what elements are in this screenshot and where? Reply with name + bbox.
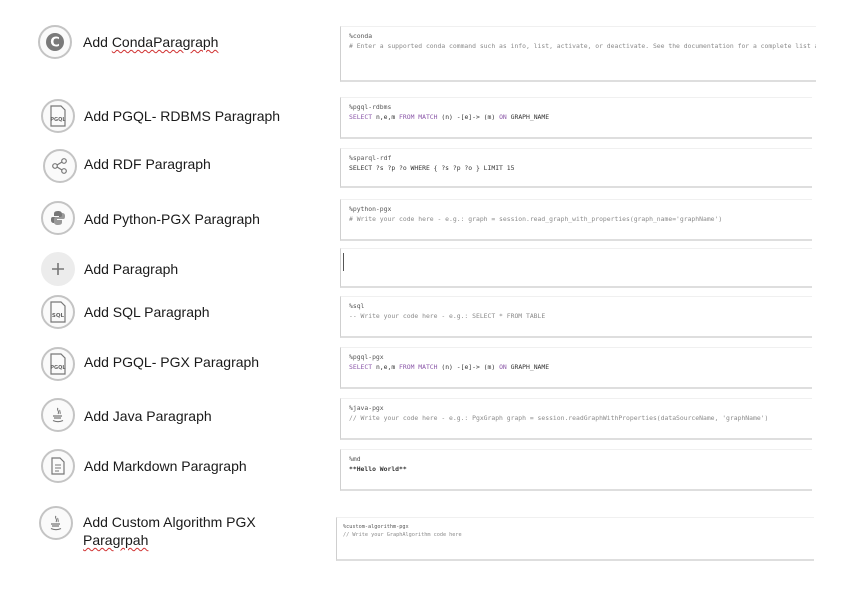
java-icon[interactable] — [41, 398, 75, 432]
markdown-icon[interactable] — [41, 449, 75, 483]
add-markdown-paragraph-label[interactable]: Add Markdown Paragraph — [84, 457, 247, 475]
add-rdf-paragraph-label[interactable]: Add RDF Paragraph — [84, 155, 211, 173]
add-custom-algorithm-pgx-paragraph-label[interactable]: Add Custom Algorithm PGX Paragrpah — [83, 513, 256, 549]
conda-paragraph-link: CondaParagraph — [111, 34, 219, 50]
pgql-pgx-query: SELECT n,e,m FROM MATCH (n) -[e]-> (m) O… — [349, 362, 550, 371]
custom-algorithm-pgx-paragraph-editor[interactable]: %custom-algorithm-pgx // Write your Grap… — [336, 517, 814, 561]
java-paragraph-editor[interactable]: %java-pgx // Write your code here - e.g.… — [340, 398, 812, 440]
add-java-paragraph-label[interactable]: Add Java Paragraph — [84, 407, 212, 425]
add-sql-paragraph-label[interactable]: Add SQL Paragraph — [84, 303, 210, 321]
pgql-rdbms-query: SELECT n,e,m FROM MATCH (n) -[e]-> (m) O… — [349, 112, 550, 121]
conda-icon-letter: C — [50, 36, 60, 51]
add-paragraph-label[interactable]: Add Paragraph — [84, 260, 178, 278]
empty-paragraph-editor[interactable] — [340, 248, 812, 288]
conda-icon[interactable]: C — [38, 25, 72, 59]
add-pgql-pgx-paragraph-label[interactable]: Add PGQL- PGX Paragraph — [84, 353, 259, 371]
pgql-rdbms-paragraph-editor[interactable]: %pgql-rdbms SELECT n,e,m FROM MATCH (n) … — [340, 97, 812, 139]
add-conda-paragraph-label[interactable]: Add CondaParagraph — [83, 33, 218, 51]
plus-icon[interactable] — [41, 252, 75, 286]
sql-icon[interactable]: SQL — [41, 295, 75, 329]
python-icon[interactable] — [41, 201, 75, 235]
pgql-icon[interactable]: PGQL — [41, 99, 75, 133]
pgql-icon[interactable]: PGQL — [41, 347, 75, 381]
python-pgx-paragraph-editor[interactable]: %python-pgx # Write your code here - e.g… — [340, 199, 812, 241]
sql-paragraph-editor[interactable]: %sql -- Write your code here - e.g.: SEL… — [340, 296, 812, 338]
share-graph-icon[interactable] — [43, 149, 77, 183]
svg-text:PGQL: PGQL — [50, 117, 66, 123]
markdown-paragraph-editor[interactable]: %md **Hello World** — [340, 449, 812, 491]
svg-text:PGQL: PGQL — [50, 365, 66, 371]
rdf-paragraph-editor[interactable]: %sparql-rdf SELECT ?s ?p ?o WHERE { ?s ?… — [340, 148, 812, 188]
add-pgql-rdbms-paragraph-label[interactable]: Add PGQL- RDBMS Paragraph — [84, 107, 280, 125]
pgql-pgx-paragraph-editor[interactable]: %pgql-pgx SELECT n,e,m FROM MATCH (n) -[… — [340, 347, 812, 389]
custom-algorithm-label-line2: Paragrpah — [83, 532, 149, 548]
conda-paragraph-editor[interactable]: %conda # Enter a supported conda command… — [340, 26, 816, 82]
add-python-pgx-paragraph-label[interactable]: Add Python-PGX Paragraph — [84, 210, 260, 228]
svg-text:SQL: SQL — [52, 313, 65, 319]
java-icon[interactable] — [39, 506, 73, 540]
text-cursor — [343, 253, 344, 271]
